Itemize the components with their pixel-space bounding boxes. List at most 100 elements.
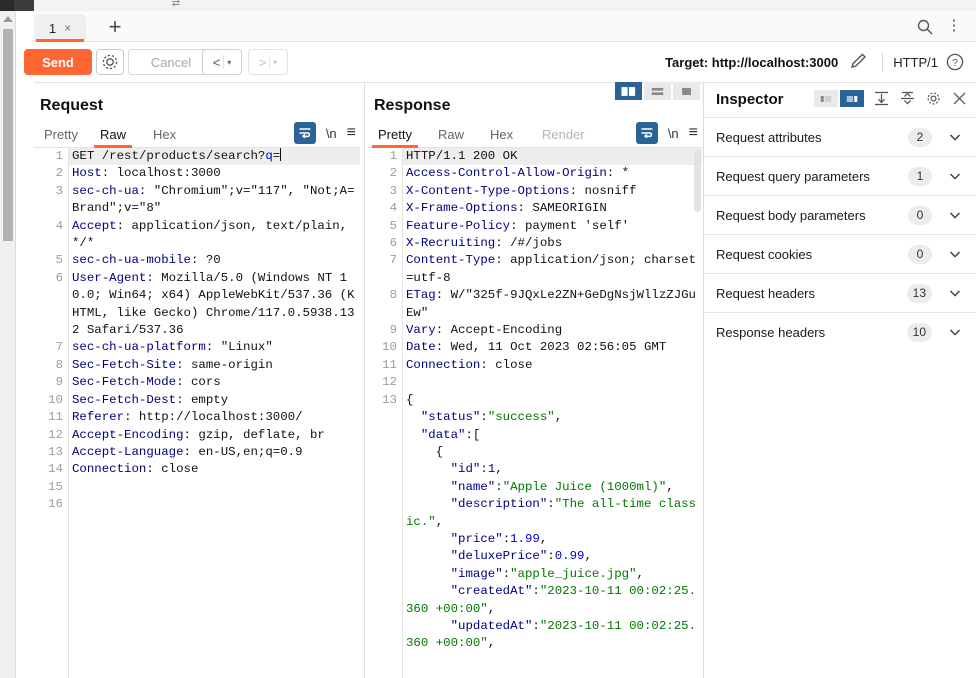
code-text[interactable]: GET /rest/products/search?q= — [68, 148, 360, 166]
question-circle-icon[interactable]: ? — [946, 53, 964, 71]
code-text[interactable]: X-Frame-Options: SAMEORIGIN — [402, 200, 702, 217]
show-newlines-icon[interactable]: \n — [326, 126, 337, 141]
response-vertical-scrollbar[interactable] — [694, 150, 701, 212]
inspector-section-row[interactable]: Request attributes 2 — [704, 117, 976, 156]
code-text[interactable]: "price":1.99, — [402, 531, 702, 548]
close-icon[interactable]: × — [64, 21, 71, 35]
code-text[interactable] — [68, 479, 360, 496]
request-lines-container[interactable]: 1 GET /rest/products/search?q= 2 Host: loca… — [34, 148, 360, 678]
inspector-section-row[interactable]: Response headers 10 — [704, 312, 976, 351]
code-text[interactable]: Sec-Fetch-Dest: empty — [68, 392, 360, 409]
line-wrap-icon[interactable] — [293, 122, 316, 144]
hamburger-menu-icon[interactable]: ≡ — [347, 125, 356, 141]
code-text[interactable]: "name":"Apple Juice (1000ml)", — [402, 479, 702, 496]
tab-request-pretty[interactable]: Pretty — [38, 120, 84, 148]
code-text[interactable]: "data":[ — [402, 427, 702, 444]
repeater-tab-1[interactable]: 1 × — [34, 14, 86, 42]
chevron-down-icon[interactable] — [948, 247, 962, 261]
code-text[interactable]: Accept-Encoding: gzip, deflate, br — [68, 427, 360, 444]
request-editor[interactable]: 1 GET /rest/products/search?q= 2 Host: loca… — [34, 148, 360, 678]
search-icon[interactable] — [916, 18, 934, 36]
line-number — [368, 618, 402, 653]
top-strip-glyph: ⇄ — [171, 0, 181, 9]
code-text[interactable]: HTTP/1.1 200 OK — [402, 148, 702, 166]
code-text[interactable]: ETag: W/"325f-9JQxLe2ZN+GeDgNsjWllzZJGuE… — [402, 287, 702, 322]
tab-request-raw[interactable]: Raw — [94, 120, 133, 148]
code-text[interactable]: { — [402, 392, 702, 409]
code-text[interactable]: Date: Wed, 11 Oct 2023 02:56:05 GMT — [402, 339, 702, 356]
chevron-down-icon[interactable] — [948, 208, 962, 222]
kebab-menu-icon[interactable]: ⋮ — [946, 16, 962, 36]
collapse-all-icon[interactable] — [899, 90, 916, 107]
tab-request-hex[interactable]: Hex — [147, 120, 182, 148]
code-text[interactable]: X-Content-Type-Options: nosniff — [402, 183, 702, 200]
code-text[interactable]: Accept-Language: en-US,en;q=0.9 — [68, 444, 360, 461]
layout-single-pane-button[interactable] — [673, 82, 700, 100]
code-text[interactable]: Referer: http://localhost:3000/ — [68, 409, 360, 426]
show-newlines-icon[interactable]: \n — [668, 126, 679, 141]
code-text[interactable]: Content-Type: application/json; charset=… — [402, 252, 702, 287]
previous-request-button[interactable]: < ▾ — [202, 49, 242, 75]
code-line: "status":"success", — [368, 409, 702, 426]
layout-horizontal-split-button[interactable] — [644, 82, 671, 100]
inspector-dock-left-button[interactable] — [814, 90, 838, 107]
add-tab-button[interactable]: + — [104, 16, 126, 39]
chevron-down-icon[interactable] — [948, 286, 962, 300]
code-text[interactable]: Host: localhost:3000 — [68, 165, 360, 182]
chevron-down-icon[interactable]: ▾ — [273, 58, 277, 67]
code-text[interactable]: "id":1, — [402, 461, 702, 478]
chevron-down-icon[interactable] — [948, 325, 962, 339]
window-top-strip: ⇄ — [34, 0, 976, 11]
chevron-down-icon[interactable] — [948, 169, 962, 183]
code-text[interactable]: sec-ch-ua-mobile: ?0 — [68, 252, 360, 269]
inspector-dock-right-button[interactable] — [840, 90, 864, 107]
next-request-button[interactable]: > ▾ — [248, 49, 288, 75]
response-editor[interactable]: 1 HTTP/1.1 200 OK 2 Access-Control-Allow-Or… — [368, 148, 702, 678]
code-text[interactable]: Access-Control-Allow-Origin: * — [402, 165, 702, 182]
scrollbar-thumb[interactable] — [3, 29, 13, 241]
code-text[interactable]: "image":"apple_juice.jpg", — [402, 566, 702, 583]
hamburger-menu-icon[interactable]: ≡ — [689, 125, 698, 141]
tab-response-raw[interactable]: Raw — [432, 120, 470, 148]
code-text[interactable]: Sec-Fetch-Mode: cors — [68, 374, 360, 391]
response-lines-container[interactable]: 1 HTTP/1.1 200 OK 2 Access-Control-Allow-Or… — [368, 148, 702, 678]
code-text[interactable]: Connection: close — [402, 357, 702, 374]
code-text[interactable]: Vary: Accept-Encoding — [402, 322, 702, 339]
inspector-section-row[interactable]: Request cookies 0 — [704, 234, 976, 273]
code-text[interactable] — [68, 496, 360, 513]
chevron-down-icon[interactable]: ▾ — [227, 58, 231, 67]
gear-icon[interactable] — [925, 90, 942, 107]
code-text[interactable] — [402, 374, 702, 391]
code-text[interactable]: sec-ch-ua: "Chromium";v="117", "Not;A=Br… — [68, 183, 360, 218]
send-settings-button[interactable] — [96, 49, 124, 75]
inspector-section-row[interactable]: Request body parameters 0 — [704, 195, 976, 234]
scroll-up-arrow-icon[interactable] — [3, 14, 13, 24]
code-text[interactable]: { — [402, 444, 702, 461]
code-text[interactable]: X-Recruiting: /#/jobs — [402, 235, 702, 252]
tab-response-pretty[interactable]: Pretty — [372, 120, 418, 148]
line-number: 5 — [55, 253, 63, 268]
pencil-icon[interactable] — [846, 52, 872, 72]
tab-response-hex[interactable]: Hex — [484, 120, 519, 148]
app-vertical-scrollbar[interactable] — [0, 11, 16, 678]
layout-vertical-split-button[interactable] — [615, 82, 642, 100]
close-icon[interactable] — [951, 90, 968, 107]
code-text[interactable]: sec-ch-ua-platform: "Linux" — [68, 339, 360, 356]
send-button[interactable]: Send — [24, 49, 92, 75]
chevron-down-icon[interactable] — [948, 130, 962, 144]
inspector-section-row[interactable]: Request headers 13 — [704, 273, 976, 312]
http-version-label[interactable]: HTTP/1 — [893, 55, 938, 70]
code-text[interactable]: Sec-Fetch-Site: same-origin — [68, 357, 360, 374]
inspector-section-row[interactable]: Request query parameters 1 — [704, 156, 976, 195]
code-text[interactable]: "updatedAt":"2023-10-11 00:02:25.360 +00… — [402, 618, 702, 653]
expand-all-icon[interactable] — [873, 90, 890, 107]
code-text[interactable]: Feature-Policy: payment 'self' — [402, 218, 702, 235]
code-text[interactable]: User-Agent: Mozilla/5.0 (Windows NT 10.0… — [68, 270, 360, 340]
code-text[interactable]: "createdAt":"2023-10-11 00:02:25.360 +00… — [402, 583, 702, 618]
code-text[interactable]: "description":"The all-time classic.", — [402, 496, 702, 531]
code-text[interactable]: "deluxePrice":0.99, — [402, 548, 702, 565]
line-wrap-icon[interactable] — [635, 122, 658, 144]
code-text[interactable]: Accept: application/json, text/plain, */… — [68, 218, 360, 253]
code-text[interactable]: Connection: close — [68, 461, 360, 478]
code-text[interactable]: "status":"success", — [402, 409, 702, 426]
